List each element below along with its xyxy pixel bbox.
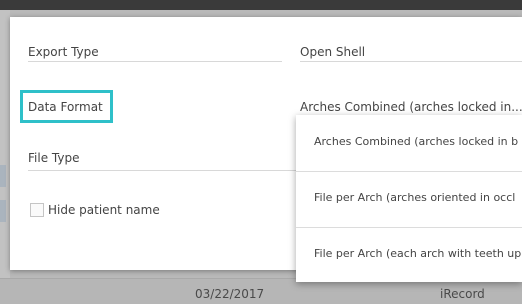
dropdown-option-label: File per Arch (arches oriented in occl bbox=[314, 191, 516, 204]
hide-patient-label[interactable]: Hide patient name bbox=[48, 203, 160, 217]
hide-patient-checkbox[interactable] bbox=[30, 203, 44, 217]
export-type-label-underline bbox=[28, 61, 282, 62]
data-format-dropdown: Arches Combined (arches locked in b File… bbox=[296, 115, 522, 282]
dropdown-option[interactable]: Arches Combined (arches locked in b bbox=[296, 115, 522, 170]
file-type-label: File Type bbox=[28, 151, 80, 165]
dropdown-option-label: File per Arch (each arch with teeth up bbox=[314, 247, 522, 260]
export-type-label: Export Type bbox=[28, 45, 99, 59]
app-top-bar bbox=[0, 0, 522, 10]
data-format-highlight-box bbox=[20, 90, 113, 123]
file-type-underline bbox=[28, 170, 296, 171]
dropdown-option[interactable]: File per Arch (arches oriented in occl bbox=[296, 171, 522, 226]
export-type-row: Export Type Open Shell bbox=[10, 37, 522, 73]
background-row-marker bbox=[0, 165, 6, 187]
background-list-edge bbox=[0, 10, 10, 303]
data-format-select[interactable]: Arches Combined (arches locked in... bbox=[300, 100, 522, 114]
background-row-marker bbox=[0, 200, 6, 222]
export-type-value-underline bbox=[300, 61, 522, 62]
dropdown-option-label: Arches Combined (arches locked in b bbox=[314, 135, 519, 148]
background-date: 03/22/2017 bbox=[195, 287, 265, 301]
export-type-select[interactable]: Open Shell bbox=[300, 45, 365, 59]
background-source: iRecord bbox=[440, 287, 485, 301]
dropdown-option[interactable]: File per Arch (each arch with teeth up bbox=[296, 227, 522, 282]
